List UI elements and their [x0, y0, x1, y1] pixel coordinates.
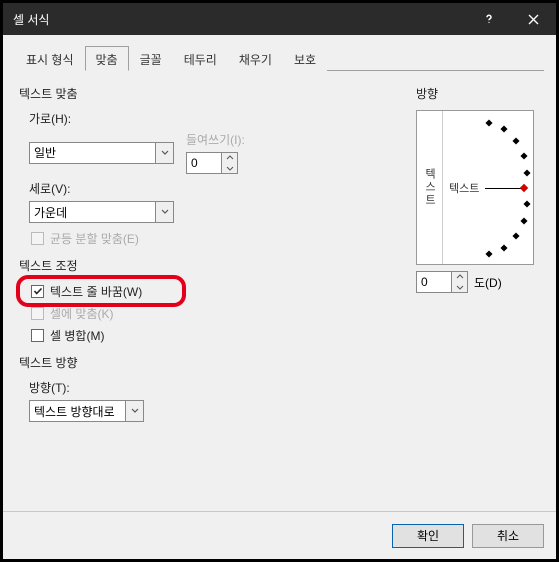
direction-value: 텍스트 방향대로 — [34, 403, 115, 420]
wrap-text-label: 텍스트 줄 바꿈(W) — [50, 283, 142, 300]
titlebar: 셀 서식 — [3, 3, 556, 35]
close-button[interactable] — [511, 3, 556, 35]
chevron-down-icon[interactable] — [452, 282, 467, 292]
text-direction-group: 텍스트 방향 — [19, 354, 396, 371]
degree-spinner[interactable]: 0 — [416, 271, 468, 293]
merge-cells-checkbox[interactable]: 셀 병합(M) — [29, 326, 396, 344]
degree-value: 0 — [417, 275, 451, 289]
ok-button[interactable]: 확인 — [392, 524, 464, 548]
checkbox-checked-icon — [31, 285, 44, 298]
equal-split-label: 균등 분할 맞춤(E) — [50, 230, 139, 247]
help-button[interactable] — [466, 3, 511, 35]
v-align-select[interactable]: 가운데 — [29, 201, 174, 223]
equal-split-checkbox: 균등 분할 맞춤(E) — [29, 229, 396, 247]
dialog-footer: 확인 취소 — [3, 511, 556, 559]
orientation-dial[interactable]: 텍스트 — [443, 111, 533, 264]
indent-label: 들여쓰기(I): — [186, 131, 245, 148]
orientation-indicator — [485, 188, 523, 189]
tab-strip: 표시 형식 맞춤 글꼴 테두리 채우기 보호 — [15, 45, 544, 71]
orientation-hlabel: 텍스트 — [449, 180, 479, 196]
chevron-up-icon[interactable] — [222, 153, 237, 163]
degree-label: 도(D) — [474, 274, 502, 291]
shrink-label: 셀에 맞춤(K) — [50, 305, 114, 322]
checkbox-icon — [31, 307, 44, 320]
chevron-down-icon — [155, 143, 173, 163]
tab-number-format[interactable]: 표시 형식 — [15, 46, 85, 71]
tab-font[interactable]: 글꼴 — [129, 46, 173, 71]
checkbox-icon — [31, 329, 44, 342]
text-align-group: 텍스트 맞춤 — [19, 85, 396, 102]
vertical-text-label: 텍스트 — [422, 168, 438, 207]
indent-spinner[interactable]: 0 — [186, 152, 238, 174]
cancel-button[interactable]: 취소 — [472, 524, 544, 548]
chevron-down-icon[interactable] — [222, 163, 237, 173]
tab-protection[interactable]: 보호 — [283, 46, 327, 71]
orientation-group: 방향 — [416, 85, 540, 102]
chevron-up-icon[interactable] — [452, 272, 467, 282]
diamond-icon — [520, 183, 528, 191]
tab-alignment[interactable]: 맞춤 — [85, 46, 129, 71]
vertical-text-button[interactable]: 텍스트 — [417, 111, 443, 264]
v-align-value: 가운데 — [34, 204, 67, 221]
direction-select[interactable]: 텍스트 방향대로 — [29, 400, 144, 422]
h-align-value: 일반 — [34, 144, 56, 161]
shrink-to-fit-checkbox: 셀에 맞춤(K) — [29, 304, 396, 322]
v-align-label: 세로(V): — [29, 180, 396, 197]
orientation-control[interactable]: 텍스트 텍스트 — [416, 110, 534, 265]
h-align-select[interactable]: 일반 — [29, 142, 174, 164]
chevron-down-icon — [155, 202, 173, 222]
h-align-label: 가로(H): — [29, 110, 396, 127]
chevron-down-icon — [125, 401, 143, 421]
tab-border[interactable]: 테두리 — [173, 46, 228, 71]
text-control-group: 텍스트 조정 — [19, 257, 396, 274]
dialog-title: 셀 서식 — [13, 11, 466, 28]
cell-format-dialog: 셀 서식 표시 형식 맞춤 글꼴 테두리 채우기 보호 텍스트 맞춤 가로(H)… — [3, 3, 556, 559]
tab-fill[interactable]: 채우기 — [228, 46, 283, 71]
checkbox-icon — [31, 232, 44, 245]
indent-value: 0 — [187, 156, 221, 170]
merge-label: 셀 병합(M) — [50, 327, 104, 344]
direction-label: 방향(T): — [29, 379, 396, 396]
wrap-text-checkbox[interactable]: 텍스트 줄 바꿈(W) — [29, 282, 396, 300]
